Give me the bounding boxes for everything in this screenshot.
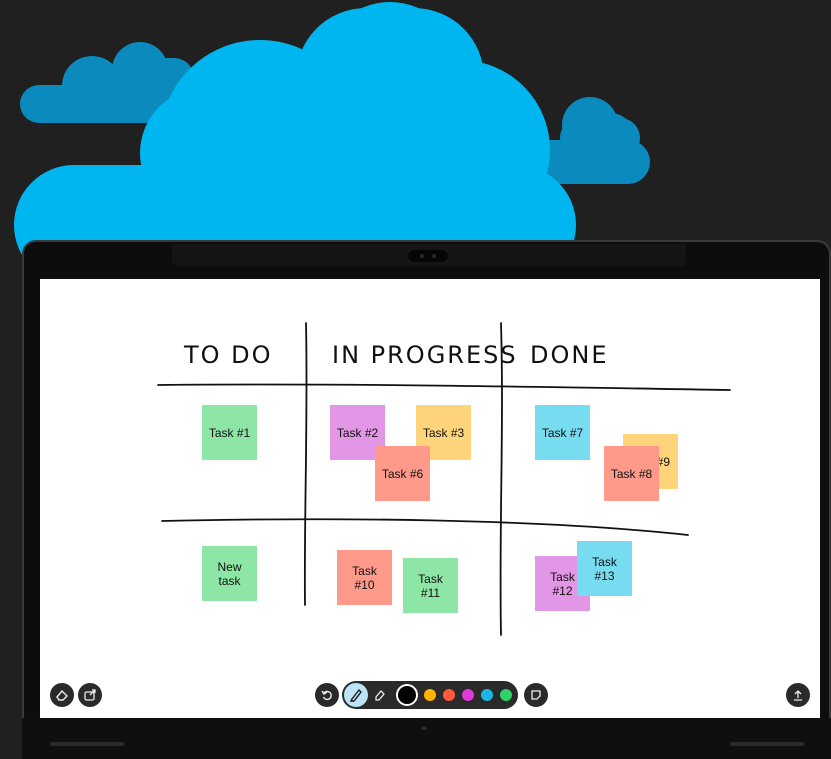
sticky-note-new-task[interactable]: New task xyxy=(202,546,257,601)
sticky-note-task-6[interactable]: Task #6 xyxy=(375,446,430,501)
upload-button[interactable] xyxy=(786,683,810,707)
pen-tools-bar xyxy=(342,681,518,709)
device-logo-icon: ⚭ xyxy=(420,724,429,735)
sticky-note-task-8[interactable]: Task #8 xyxy=(604,446,659,501)
device-bottom-bezel: ⚭ xyxy=(22,718,831,759)
erase-board-icon xyxy=(56,689,68,701)
speaker-right xyxy=(730,742,804,746)
camera-lens xyxy=(420,254,424,258)
upload-icon xyxy=(794,690,802,701)
column-heading-in-progress: IN PROGRESS xyxy=(332,341,518,369)
color-swatch-blue[interactable] xyxy=(481,689,493,701)
pen-icon xyxy=(349,688,362,702)
camera xyxy=(408,250,448,262)
sticky-note-task-1[interactable]: Task #1 xyxy=(202,405,257,460)
share-out-icon xyxy=(84,689,96,701)
eraser-icon xyxy=(375,690,385,701)
undo-button[interactable] xyxy=(315,683,339,707)
sticky-note-task-10[interactable]: Task #10 xyxy=(337,550,392,605)
color-swatch-yellow[interactable] xyxy=(424,689,436,701)
color-swatch-black[interactable] xyxy=(398,686,416,704)
color-swatch-magenta[interactable] xyxy=(462,689,474,701)
clear-board-button[interactable] xyxy=(50,683,74,707)
whiteboard-canvas[interactable]: TO DO IN PROGRESS DONE Task #1 Task #3 T… xyxy=(40,279,820,718)
color-swatch-green[interactable] xyxy=(500,689,512,701)
sticky-note-icon xyxy=(531,690,541,700)
add-sticky-note-button[interactable] xyxy=(524,683,548,707)
sticky-note-task-7[interactable]: Task #7 xyxy=(535,405,590,460)
color-swatch-red[interactable] xyxy=(443,689,455,701)
header-divider-line xyxy=(157,383,731,391)
sticky-note-task-11[interactable]: Task #11 xyxy=(403,558,458,613)
column-divider-1 xyxy=(303,322,308,606)
eraser-tool-button[interactable] xyxy=(372,687,388,703)
column-heading-todo: TO DO xyxy=(184,341,273,369)
row-divider-line xyxy=(161,518,689,536)
speaker-left xyxy=(50,742,124,746)
undo-icon xyxy=(321,690,332,701)
column-heading-done: DONE xyxy=(530,341,609,369)
column-divider-2 xyxy=(499,322,503,636)
camera-sensor xyxy=(432,254,436,258)
sticky-note-task-13[interactable]: Task #13 xyxy=(577,541,632,596)
share-button[interactable] xyxy=(78,683,102,707)
pen-tool-button[interactable] xyxy=(344,683,368,707)
